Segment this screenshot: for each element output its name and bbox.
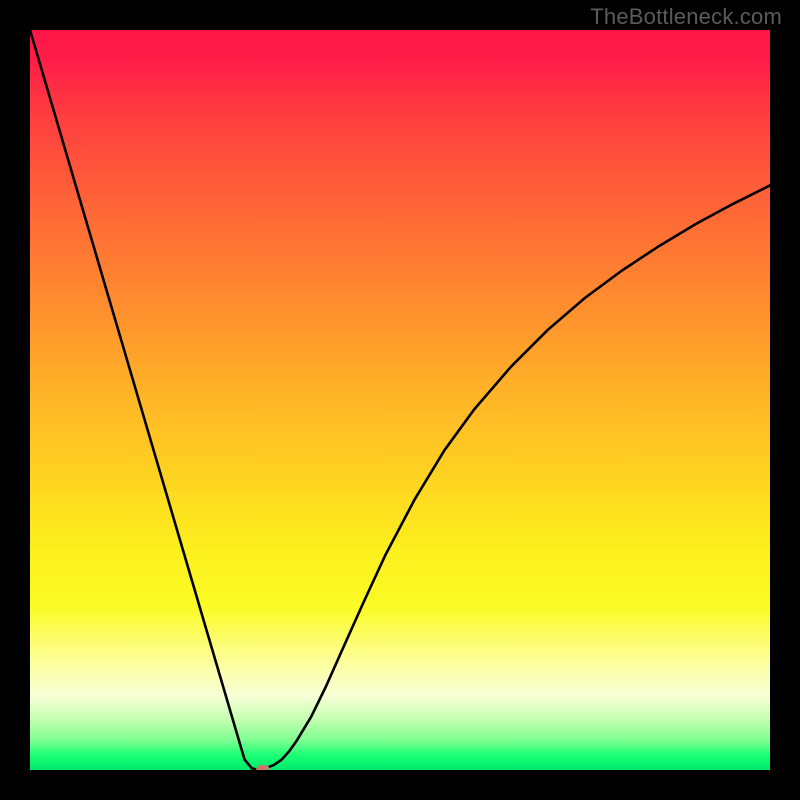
bottleneck-curve [30,30,770,770]
plot-area [30,30,770,770]
curve-svg [30,30,770,770]
optimal-point-marker [256,765,270,770]
chart-frame: TheBottleneck.com [0,0,800,800]
watermark-text: TheBottleneck.com [590,4,782,30]
